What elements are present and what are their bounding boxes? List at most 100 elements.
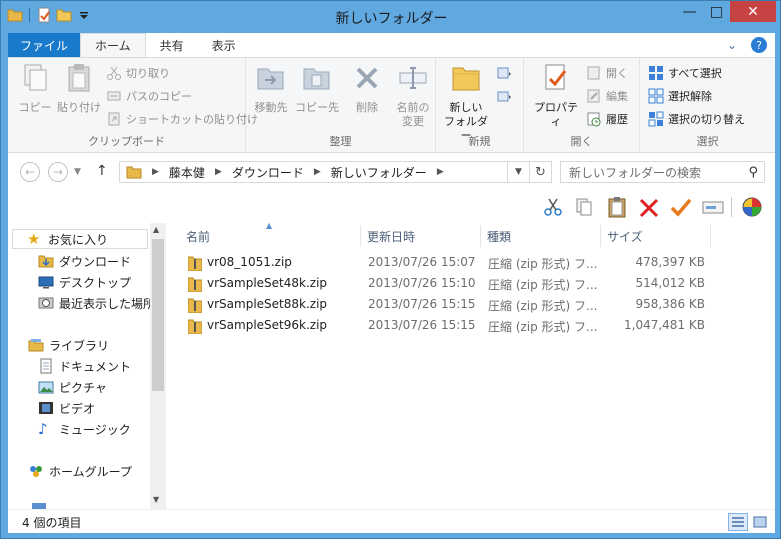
item-count: 4 個の項目 (22, 516, 82, 530)
back-button[interactable]: ← (20, 162, 40, 182)
select-all-button[interactable]: すべて選択 (648, 64, 722, 82)
new-item-button[interactable] (496, 64, 512, 82)
nav-recent-places[interactable]: 最近表示した場所 (38, 293, 155, 313)
rename-button[interactable]: 名前の 変更 (390, 62, 436, 129)
file-size: 478,397 KB (635, 255, 705, 269)
chevron-down-icon[interactable]: ⌄ (727, 38, 737, 52)
nav-homegroup-label: ホームグループ (49, 464, 132, 479)
checkmark-icon[interactable] (670, 196, 692, 218)
tab-file[interactable]: ファイル (8, 33, 81, 57)
scroll-down-icon[interactable]: ▼ (153, 495, 159, 504)
ribbon-right-controls: ⌄ ? (727, 33, 775, 57)
address-bar[interactable]: ▶ 藤本健 ▶ ダウンロード ▶ 新しいフォルダー ▶ ▼ ↻ (119, 161, 552, 183)
tab-view[interactable]: 表示 (198, 33, 250, 57)
nav-documents[interactable]: ドキュメント (38, 356, 131, 376)
nav-favorites[interactable]: ★ お気に入り (12, 229, 148, 249)
search-icon[interactable]: ⚲ (748, 165, 758, 180)
paste-button[interactable]: 貼り付け (56, 62, 102, 115)
close-button[interactable]: ✕ (730, 1, 776, 22)
nav-scrollbar-thumb[interactable] (152, 239, 164, 391)
nav-pictures[interactable]: ピクチャ (38, 377, 107, 397)
move-to-button[interactable]: 移動先 (248, 62, 294, 115)
delete-icon (356, 67, 378, 89)
new-folder-button[interactable]: 新しい フォルダー (440, 62, 492, 143)
history-button[interactable]: 履歴 (586, 110, 628, 128)
properties-button[interactable]: プロパティ (530, 62, 582, 129)
breadcrumb-arrow[interactable]: ▶ (308, 167, 327, 177)
invert-selection-button[interactable]: 選択の切り替え (648, 110, 745, 128)
select-none-button[interactable]: 選択解除 (648, 87, 712, 105)
copy-path-button[interactable]: パスのコピー (106, 87, 192, 105)
rename-icon[interactable] (702, 197, 724, 217)
breadcrumb-arrow[interactable]: ▶ (209, 167, 228, 177)
search-input[interactable]: 新しいフォルダーの検索 (569, 164, 701, 181)
search-box[interactable]: 新しいフォルダーの検索 ⚲ (560, 161, 765, 183)
organize-group-label: 整理 (329, 135, 352, 148)
color-wheel-icon[interactable] (741, 196, 763, 218)
new-folder-label-line1: 新しい (449, 101, 483, 114)
downloads-folder-icon (38, 255, 54, 268)
open-icon (587, 66, 600, 80)
forward-button[interactable]: → (48, 162, 68, 182)
copy-button[interactable]: コピー (12, 62, 58, 115)
delete-icon[interactable] (638, 197, 660, 219)
title-bar: 新しいフォルダー — □ ✕ (1, 1, 781, 33)
breadcrumb-current-folder[interactable]: 新しいフォルダー (327, 164, 431, 181)
breadcrumb-arrow[interactable]: ▶ (146, 167, 165, 177)
edit-button[interactable]: 編集 (586, 87, 628, 105)
delete-button[interactable]: 削除 (344, 62, 390, 115)
minimize-button[interactable]: — (676, 1, 703, 22)
paste-label: 貼り付け (57, 101, 101, 114)
help-icon[interactable]: ? (751, 37, 767, 53)
nav-music[interactable]: ♪ ミュージック (38, 419, 131, 439)
address-history-dropdown[interactable]: ▼ (507, 162, 529, 182)
toolbar-divider (731, 197, 732, 217)
breadcrumb-user[interactable]: 藤本健 (165, 164, 209, 181)
up-button[interactable]: ↑ (96, 163, 108, 179)
file-date: 2013/07/26 15:15 (368, 318, 476, 332)
copy-icon[interactable] (574, 197, 594, 217)
paste-icon[interactable] (606, 196, 628, 218)
details-view-button[interactable] (728, 513, 748, 531)
easy-access-icon (497, 91, 511, 102)
breadcrumb-arrow[interactable]: ▶ (431, 167, 450, 177)
cut-icon[interactable] (543, 197, 563, 217)
nav-desktop[interactable]: デスクトップ (38, 272, 131, 292)
large-icons-view-icon (753, 516, 767, 528)
refresh-icon[interactable]: ↻ (529, 162, 551, 182)
column-header-date[interactable]: 更新日時 (361, 225, 481, 247)
large-icons-view-button[interactable] (750, 513, 770, 531)
copy-to-label: コピー先 (295, 101, 339, 114)
file-row[interactable]: vrSampleSet96k.zip 2013/07/26 15:15 圧縮 (… (180, 316, 740, 336)
recent-locations-dropdown[interactable]: ▼ (74, 167, 81, 177)
column-header-size[interactable]: サイズ (601, 225, 711, 247)
maximize-button[interactable]: □ (703, 1, 730, 22)
easy-access-button[interactable] (496, 87, 512, 105)
column-header-name[interactable]: 名前 (180, 225, 361, 247)
nav-videos[interactable]: ビデオ (38, 398, 95, 418)
homegroup-icon (30, 466, 42, 477)
nav-downloads[interactable]: ダウンロード (38, 251, 131, 271)
paste-icon (68, 64, 90, 92)
organize-group: 移動先 コピー先 削除 名前の 変更 整理 (246, 58, 436, 153)
nav-scrollbar[interactable]: ▲ ▼ (150, 223, 166, 509)
open-button[interactable]: 開く (586, 64, 628, 82)
delete-label: 削除 (356, 101, 378, 114)
copy-to-button[interactable]: コピー先 (294, 62, 340, 115)
file-date: 2013/07/26 15:10 (368, 276, 476, 290)
new-item-icon (497, 67, 511, 79)
library-icon (28, 339, 44, 352)
tab-home[interactable]: ホーム (80, 33, 146, 57)
nav-homegroup[interactable]: ホームグループ (28, 461, 132, 481)
paste-shortcut-button[interactable]: ショートカットの貼り付け (106, 110, 258, 128)
scroll-up-icon[interactable]: ▲ (153, 225, 159, 234)
file-row[interactable]: vr08_1051.zip 2013/07/26 15:07 圧縮 (zip 形… (180, 253, 740, 273)
breadcrumb-downloads[interactable]: ダウンロード (228, 164, 308, 181)
tab-share[interactable]: 共有 (146, 33, 198, 57)
nav-libraries[interactable]: ライブラリ (28, 335, 109, 355)
cut-button[interactable]: 切り取り (106, 64, 170, 82)
file-row[interactable]: vrSampleSet88k.zip 2013/07/26 15:15 圧縮 (… (180, 295, 740, 315)
column-header-type[interactable]: 種類 (481, 225, 601, 247)
properties-label: プロパティ (534, 101, 578, 128)
file-row[interactable]: vrSampleSet48k.zip 2013/07/26 15:10 圧縮 (… (180, 274, 740, 294)
